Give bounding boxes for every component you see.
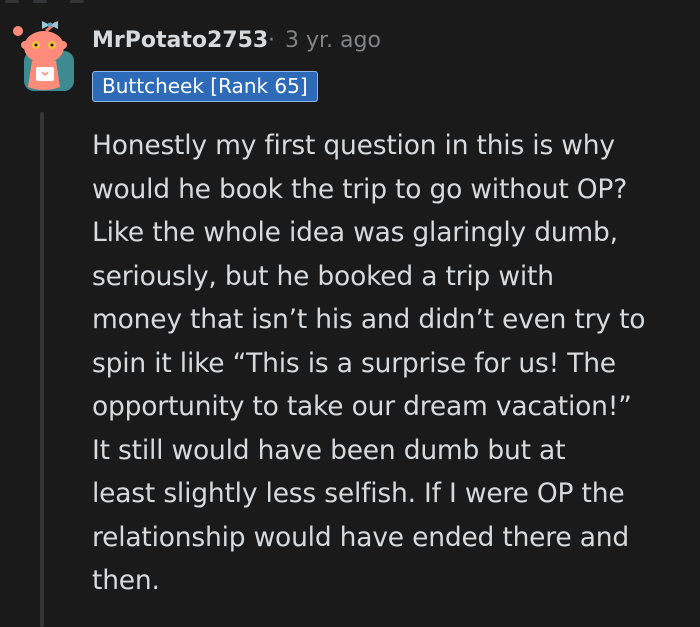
comment-text-line: would he book the trip to go without OP? <box>92 173 628 205</box>
comment-text-line: money that isn’t his and didn’t even try… <box>92 304 646 335</box>
comment-text-line: relationship would have ended there and <box>92 521 629 553</box>
comment-text-line: seriously, but he booked a trip with <box>92 260 554 292</box>
comment-text-line: opportunity to take our dream vacation!” <box>92 391 632 422</box>
snoo-avatar-icon[interactable] <box>12 17 78 93</box>
meta-separator: · <box>268 28 275 53</box>
thread-collapse-line[interactable] <box>40 112 44 627</box>
comment-timestamp[interactable]: 3 yr. ago <box>285 28 381 53</box>
comment-text-line: Honestly my first question in this is wh… <box>92 130 615 161</box>
previous-comment-divider <box>0 0 700 8</box>
comment-body: Honestly my first question in this is wh… <box>92 124 692 603</box>
comment-author[interactable]: MrPotato2753 <box>92 28 268 53</box>
comment-text-line: least slightly less selfish. If I were O… <box>92 478 625 509</box>
comment-text-line: Like the whole idea was glaringly dumb, <box>92 217 618 248</box>
comment-text-line: then. <box>92 565 160 596</box>
comment-text-line: spin it like “This is a surprise for us!… <box>92 347 616 379</box>
comment-text-line: It still would have been dumb but at <box>92 434 566 466</box>
user-flair-badge: Buttcheek [Rank 65] <box>92 71 318 102</box>
